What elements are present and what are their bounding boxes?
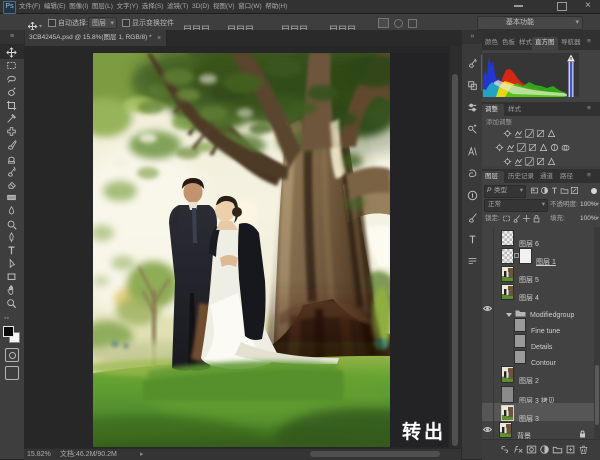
svg-text:转出: 转出 <box>402 420 446 443</box>
